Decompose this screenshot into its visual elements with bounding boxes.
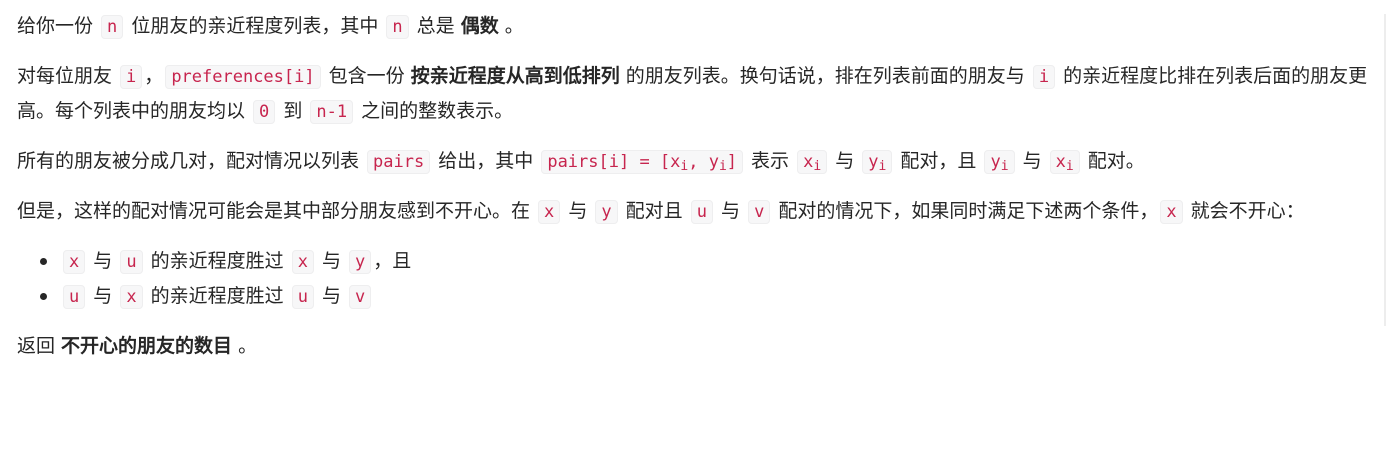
text: 配对。 bbox=[1081, 150, 1145, 172]
text: 与 bbox=[714, 200, 747, 222]
text: 。 bbox=[498, 15, 524, 37]
inline-code: pairs bbox=[367, 150, 431, 174]
text: 表示 bbox=[745, 150, 796, 172]
paragraph-pairs: 所有的朋友被分成几对，配对情况以列表 pairs 给出，其中 pairs[i] … bbox=[17, 144, 1377, 179]
bullet-icon bbox=[40, 258, 47, 265]
problem-description: 给你一份 n 位朋友的亲近程度列表，其中 n 总是 偶数 。 对每位朋友 i， p… bbox=[17, 9, 1377, 378]
text: 包含一份 bbox=[322, 65, 411, 87]
text: 给你一份 bbox=[17, 15, 100, 37]
inline-code: preferences[i] bbox=[165, 65, 321, 89]
inline-code: y bbox=[349, 250, 372, 274]
inline-code: n bbox=[386, 15, 409, 39]
paragraph-intro: 给你一份 n 位朋友的亲近程度列表，其中 n 总是 偶数 。 bbox=[17, 9, 1377, 44]
text: 到 bbox=[277, 100, 309, 122]
bold-text: 按亲近程度从高到低排列 bbox=[410, 65, 620, 87]
inline-code: i bbox=[1032, 65, 1056, 89]
inline-code: x bbox=[120, 285, 143, 309]
inline-code: v bbox=[349, 285, 372, 309]
text: 的亲近程度胜过 bbox=[144, 250, 290, 272]
inline-code: yi bbox=[984, 150, 1015, 174]
inline-code: u bbox=[690, 200, 713, 224]
text: 所有的朋友被分成几对，配对情况以列表 bbox=[17, 150, 366, 172]
paragraph-preferences: 对每位朋友 i， preferences[i] 包含一份 按亲近程度从高到低排列 … bbox=[17, 59, 1377, 129]
inline-code: u bbox=[291, 285, 314, 309]
text: 与 bbox=[829, 150, 861, 172]
text: 与 bbox=[315, 250, 348, 272]
scrollbar-track[interactable] bbox=[1384, 14, 1386, 326]
inline-code: x bbox=[63, 250, 86, 274]
list-item: u 与 x 的亲近程度胜过 u 与 v bbox=[40, 279, 1377, 314]
text: 与 bbox=[87, 250, 119, 272]
inline-code: xi bbox=[1049, 150, 1080, 174]
text: 与 bbox=[87, 285, 119, 307]
paragraph-return: 返回 不开心的朋友的数目 。 bbox=[17, 329, 1377, 363]
inline-code-pairs: pairs[i] = [xi, yi] bbox=[541, 150, 744, 174]
inline-code: n-1 bbox=[310, 100, 354, 124]
text: 与 bbox=[315, 285, 348, 307]
subscript: i bbox=[878, 159, 887, 174]
inline-code: y bbox=[595, 200, 618, 224]
subscript: i bbox=[1000, 159, 1009, 174]
inline-code: x bbox=[1160, 200, 1183, 224]
text: 配对且 bbox=[619, 200, 689, 222]
text: 就会不开心： bbox=[1184, 200, 1305, 222]
code-part: , y bbox=[688, 152, 719, 172]
inline-code: i bbox=[120, 65, 143, 89]
inline-code: xi bbox=[797, 150, 828, 174]
code-part: x bbox=[803, 152, 814, 172]
condition-list: x 与 u 的亲近程度胜过 x 与 y ，且 u 与 x 的亲近程度胜过 u 与 … bbox=[17, 244, 1377, 314]
text: 位朋友的亲近程度列表，其中 bbox=[125, 15, 385, 37]
code-part: x bbox=[1055, 152, 1066, 172]
text: 。 bbox=[232, 335, 258, 357]
bold-text: 不开心的朋友的数目 bbox=[61, 335, 233, 357]
text: 但是，这样的配对情况可能会是其中部分朋友感到不开心。在 bbox=[17, 200, 537, 222]
code-part: y bbox=[990, 152, 1001, 172]
inline-code: u bbox=[120, 250, 143, 274]
text: 返回 bbox=[17, 335, 62, 357]
text: 的朋友列表。换句话说，排在列表前面的朋友与 bbox=[619, 65, 1031, 87]
text: 之间的整数表示。 bbox=[355, 100, 514, 122]
bold-text: 偶数 bbox=[460, 15, 499, 37]
code-part: pairs[i] = [x bbox=[547, 152, 681, 172]
code-part: ] bbox=[726, 152, 738, 172]
inline-code: u bbox=[63, 285, 86, 309]
subscript: i bbox=[813, 159, 822, 174]
bullet-icon bbox=[40, 293, 47, 300]
inline-code: yi bbox=[862, 150, 893, 174]
paragraph-unhappy-condition: 但是，这样的配对情况可能会是其中部分朋友感到不开心。在 x 与 y 配对且 u … bbox=[17, 194, 1377, 229]
subscript: i bbox=[718, 159, 727, 174]
inline-code: v bbox=[748, 200, 771, 224]
code-part: y bbox=[868, 152, 879, 172]
inline-code: x bbox=[538, 200, 561, 224]
text: 对每位朋友 bbox=[17, 65, 119, 87]
text: 与 bbox=[1016, 150, 1048, 172]
inline-code: x bbox=[291, 250, 314, 274]
text: ，且 bbox=[373, 250, 412, 272]
text: 的亲近程度胜过 bbox=[144, 285, 290, 307]
list-item: x 与 u 的亲近程度胜过 x 与 y ，且 bbox=[40, 244, 1377, 279]
text: 给出，其中 bbox=[432, 150, 540, 172]
text: ， bbox=[144, 65, 164, 87]
text: 与 bbox=[562, 200, 594, 222]
inline-code: n bbox=[101, 15, 124, 39]
text: 配对的情况下，如果同时满足下述两个条件， bbox=[772, 200, 1159, 222]
subscript: i bbox=[1065, 159, 1074, 174]
text: 配对，且 bbox=[894, 150, 983, 172]
inline-code: 0 bbox=[253, 100, 276, 124]
text: 总是 bbox=[410, 15, 461, 37]
